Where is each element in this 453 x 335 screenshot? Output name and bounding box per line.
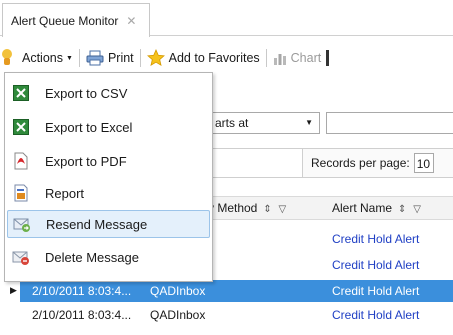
- toolbar-separator: [265, 49, 267, 67]
- chart-button[interactable]: Chart: [270, 46, 325, 70]
- actions-dropdown-menu: Export to CSV Export to Excel Export to …: [4, 72, 213, 282]
- menu-item-export-excel[interactable]: Export to Excel: [7, 113, 210, 141]
- pdf-icon: [11, 151, 31, 171]
- report-icon: [11, 183, 31, 203]
- chevron-down-icon: ▼: [66, 54, 73, 62]
- excel-icon: [11, 117, 31, 137]
- resend-message-icon: [12, 214, 32, 234]
- filter-operator-value: arts at: [215, 116, 249, 130]
- records-per-page-label: Records per page:: [311, 156, 410, 170]
- tab-strip: Alert Queue Monitor ✕: [0, 0, 453, 37]
- column-method-label: y Method: [208, 201, 258, 215]
- tab-alert-queue-monitor[interactable]: Alert Queue Monitor ✕: [2, 3, 150, 37]
- column-alert-name-label: Alert Name: [332, 201, 393, 215]
- menu-item-label: Export to CSV: [45, 85, 128, 101]
- alert-name-cell[interactable]: Credit Hold Alert: [332, 284, 419, 298]
- excel-csv-icon: [11, 83, 31, 103]
- method-cell: QADInbox: [150, 308, 206, 322]
- menu-item-report[interactable]: Report: [7, 179, 210, 207]
- menu-item-label: Export to PDF: [45, 153, 127, 169]
- favorites-label: Add to Favorites: [168, 51, 260, 65]
- table-row[interactable]: 2/10/2011 8:03:4... QADInbox Credit Hold…: [20, 304, 453, 326]
- date-cell: 2/10/2011 8:03:4...: [32, 308, 132, 322]
- alert-name-cell[interactable]: Credit Hold Alert: [332, 258, 419, 272]
- alert-name-cell[interactable]: Credit Hold Alert: [332, 308, 419, 322]
- menu-item-label: Export to Excel: [45, 119, 133, 135]
- method-cell: QADInbox: [150, 284, 206, 298]
- records-per-page: Records per page: 10: [302, 148, 453, 178]
- print-button[interactable]: Print: [83, 46, 137, 70]
- tab-title: Alert Queue Monitor: [11, 13, 119, 28]
- menu-item-label: Delete Message: [45, 249, 139, 265]
- toolbar-separator: [139, 49, 141, 67]
- print-label: Print: [107, 51, 134, 65]
- column-header-method[interactable]: y Method ⇕ ▽: [208, 201, 288, 215]
- current-row-indicator-icon: ▶: [10, 285, 17, 295]
- menu-item-label: Report: [45, 185, 85, 201]
- date-cell: 2/10/2011 8:03:4...: [32, 284, 132, 298]
- menu-item-label: Resend Message: [46, 216, 148, 232]
- paging-bar: [200, 148, 302, 178]
- table-row[interactable]: 2/10/2011 8:03:4... QADInbox Credit Hold…: [20, 280, 453, 302]
- chevron-down-icon: ▼: [305, 118, 313, 127]
- filter-row: arts at ▼: [200, 112, 453, 134]
- toolbar: Actions ▼ Print Add to Favorites Chart: [0, 44, 453, 72]
- column-header-alert-name[interactable]: Alert Name ⇕ ▽: [332, 201, 423, 215]
- actions-menu-button[interactable]: Actions ▼: [0, 46, 76, 70]
- close-icon[interactable]: ✕: [126, 14, 136, 28]
- alert-name-cell[interactable]: Credit Hold Alert: [332, 232, 419, 246]
- chart-icon: [273, 54, 286, 65]
- toolbar-separator: [78, 49, 80, 67]
- records-per-page-input[interactable]: 10: [413, 153, 434, 173]
- star-icon: [146, 49, 165, 67]
- menu-item-resend-message[interactable]: Resend Message: [7, 210, 210, 238]
- filter-operator-select[interactable]: arts at ▼: [200, 112, 320, 134]
- menu-item-export-csv[interactable]: Export to CSV: [7, 79, 210, 107]
- add-to-favorites-button[interactable]: Add to Favorites: [144, 46, 263, 70]
- delete-message-icon: [11, 247, 31, 267]
- actions-icon: [2, 49, 12, 65]
- menu-item-export-pdf[interactable]: Export to PDF: [7, 147, 210, 175]
- sort-filter-icon[interactable]: ⇕ ▽: [398, 204, 423, 215]
- chart-label: Chart: [290, 51, 322, 65]
- sort-filter-icon[interactable]: ⇕ ▽: [263, 204, 288, 215]
- actions-label: Actions: [22, 51, 63, 65]
- print-icon: [86, 50, 104, 66]
- filter-value-input[interactable]: [326, 112, 453, 134]
- menu-item-delete-message[interactable]: Delete Message: [7, 243, 210, 271]
- toolbar-grip: [326, 50, 330, 66]
